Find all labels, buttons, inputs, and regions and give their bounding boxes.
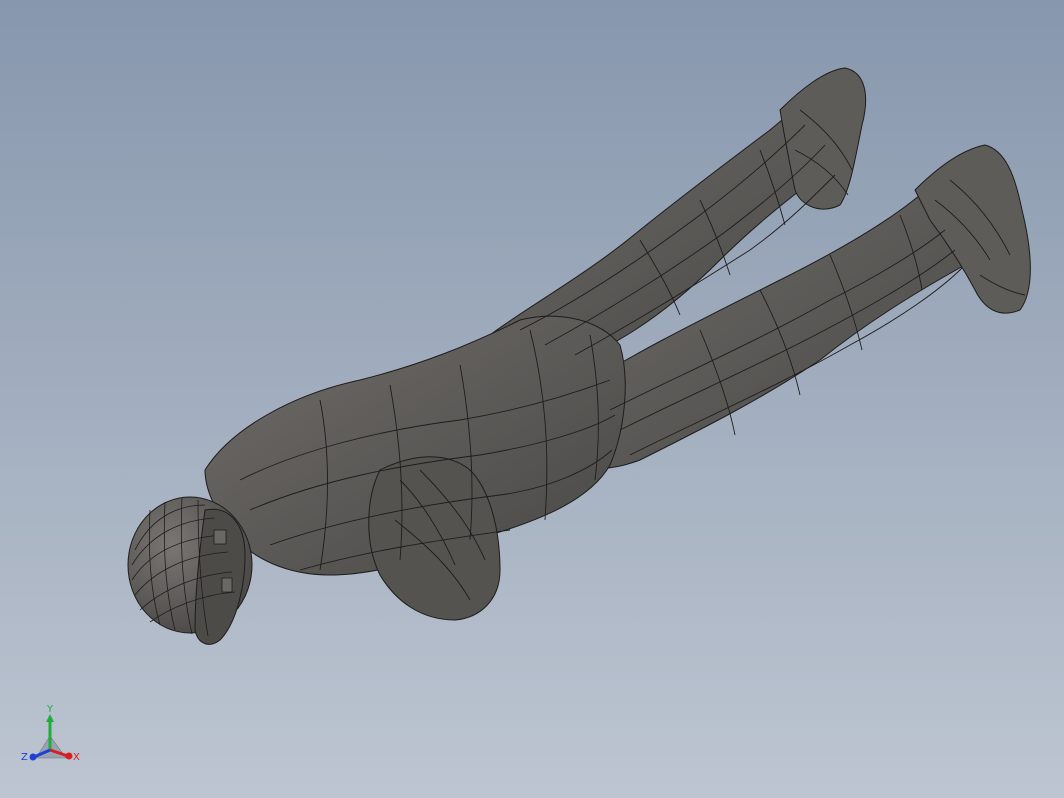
y-axis-arrow [46, 714, 54, 722]
z-axis-label: Z [21, 752, 28, 763]
graphics-viewport[interactable]: Y X Z [0, 0, 1064, 798]
x-axis-arrow [65, 752, 73, 760]
figure-model[interactable] [127, 67, 1031, 645]
z-axis-arrow [29, 753, 37, 761]
x-axis-label: X [73, 752, 80, 763]
axis-triad: Y X Z [21, 704, 80, 763]
model-view[interactable]: Y X Z [0, 0, 1064, 798]
y-axis-label: Y [46, 704, 54, 715]
